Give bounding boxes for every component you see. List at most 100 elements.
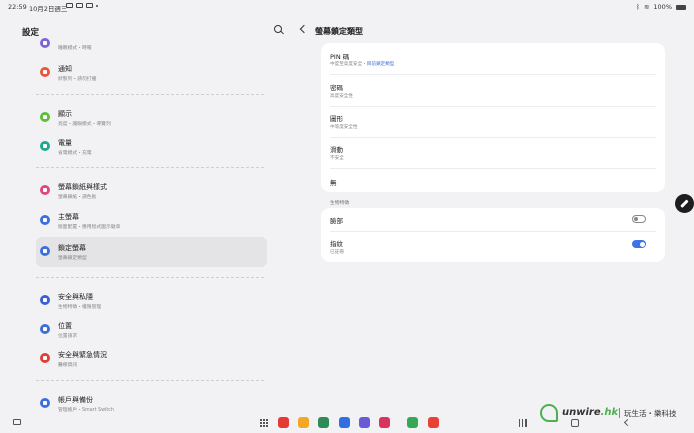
settings-item-label: 位置 [58, 322, 72, 330]
divider [36, 380, 264, 381]
page-title: 螢幕鎖定類型 [315, 27, 363, 36]
apps-grid-icon[interactable] [260, 419, 268, 427]
biometric-fingerprint[interactable]: 指紋 已註冊 [330, 232, 656, 262]
settings-item-battery[interactable]: 電量 省電模式・充電 [36, 132, 267, 162]
option-label: 圖形 [330, 115, 343, 123]
settings-item-subtitle: 狀態列・請勿打擾 [58, 77, 97, 82]
settings-item-label: 螢幕鎖紙與樣式 [58, 183, 107, 191]
settings-item-notifications[interactable]: 通知 狀態列・請勿打擾 [36, 58, 267, 88]
settings-item-label: 主螢幕 [58, 213, 79, 221]
biometric-label: 指紋 [330, 240, 343, 248]
option-subtitle: 中度至高度安全・目前鎖定類型 [330, 62, 395, 67]
modes-icon [40, 38, 50, 48]
status-bar: 22:59 10月2日週三 ᛒ ≋ 100% [0, 0, 694, 14]
palette-icon [40, 185, 50, 195]
face-toggle[interactable] [632, 215, 646, 223]
battery-percent: 100% [653, 3, 672, 11]
option-label: PIN 碼 [330, 53, 350, 61]
keyboard-icon[interactable] [13, 419, 21, 425]
emergency-icon [40, 353, 50, 363]
settings-item-location[interactable]: 位置 位置請求 [36, 315, 267, 345]
home-icon [40, 215, 50, 225]
dock-app-icon[interactable] [428, 417, 439, 428]
shield-icon [40, 295, 50, 305]
option-subtitle: 高度安全性 [330, 94, 353, 99]
biometric-subtitle: 已註冊 [330, 250, 344, 255]
settings-item-subtitle: 睡眠模式・時報 [58, 46, 92, 51]
watermark-tagline: 玩生活・樂科技 [624, 409, 677, 418]
back-arrow-icon[interactable] [299, 24, 309, 34]
sync-icon [40, 398, 50, 408]
biometric-face[interactable]: 臉部 [330, 208, 656, 230]
settings-item-lock-screen[interactable]: 鎖定螢幕 螢幕鎖定類型 [36, 237, 267, 267]
settings-item-subtitle: 位置請求 [58, 334, 78, 339]
option-subtitle: 中等度安全性 [330, 125, 358, 130]
lock-icon [40, 246, 50, 256]
recent-apps-icon[interactable] [519, 419, 527, 427]
option-none[interactable]: 無 [330, 169, 656, 191]
divider [36, 167, 264, 168]
wifi-icon: ≋ [643, 3, 650, 11]
dock-app-icon[interactable] [298, 417, 309, 428]
option-swipe[interactable]: 滑動 不安全 [330, 138, 656, 168]
biometric-label: 臉部 [330, 217, 343, 225]
settings-item-subtitle: 亮度・護眼模式・導覽列 [58, 122, 111, 127]
biometrics-section-label: 生物特徵 [330, 201, 350, 206]
settings-item-label: 電量 [58, 139, 72, 147]
settings-item-subtitle: 螢幕鎖定類型 [58, 256, 87, 261]
unwire-logo-icon [540, 404, 558, 422]
divider [36, 94, 264, 95]
settings-item-security[interactable]: 安全與私隱 生物特徵・權限管理 [36, 286, 267, 316]
settings-item-display[interactable]: 顯示 亮度・護眼模式・導覽列 [36, 103, 267, 133]
bluetooth-icon: ᛒ [636, 3, 640, 11]
settings-item-wallpaper[interactable]: 螢幕鎖紙與樣式 螢幕鎖紙・調色板 [36, 176, 267, 206]
status-date: 10月2日週三 [29, 5, 68, 13]
message-notification-icon [76, 3, 83, 8]
location-pin-icon [40, 324, 50, 334]
fingerprint-toggle[interactable] [632, 240, 646, 248]
biometrics-card: 臉部 指紋 已註冊 [321, 208, 665, 262]
search-icon[interactable] [274, 25, 284, 35]
battery-icon [40, 141, 50, 151]
option-pattern[interactable]: 圖形 中等度安全性 [330, 107, 656, 137]
option-label: 密碼 [330, 84, 343, 92]
dock-app-icon[interactable] [278, 417, 289, 428]
sun-icon [40, 112, 50, 122]
notification-icons [66, 3, 98, 8]
edit-pen-button[interactable] [675, 194, 694, 213]
lock-type-card: PIN 碼 中度至高度安全・目前鎖定類型 密碼 高度安全性 圖形 中等度安全性 … [321, 43, 665, 192]
dock-app-icon[interactable] [318, 417, 329, 428]
settings-item-label: 安全與私隱 [58, 293, 93, 301]
battery-icon [676, 4, 686, 10]
bell-icon [40, 67, 50, 77]
watermark-separator [619, 408, 620, 418]
watermark-brand: unwire.hk [562, 407, 619, 418]
pen-icon [680, 199, 689, 208]
settings-item-label: 帳戶與備份 [58, 396, 93, 404]
option-subtitle: 不安全 [330, 156, 344, 161]
dock-app-icon[interactable] [407, 417, 418, 428]
current-lock-type-link: 目前鎖定類型 [366, 62, 395, 67]
settings-item-subtitle: 生物特徵・權限管理 [58, 305, 102, 310]
settings-item-label: 鎖定螢幕 [58, 244, 86, 252]
gallery-notification-icon [66, 3, 73, 8]
status-right: ᛒ ≋ 100% [636, 3, 686, 11]
watermark: unwire.hk 玩生活・樂科技 [540, 402, 690, 424]
option-label: 滑動 [330, 146, 343, 154]
settings-item-subtitle: 醫療資訊 [58, 363, 78, 368]
settings-item-subtitle: 螢幕鎖紙・調色板 [58, 195, 97, 200]
option-pin[interactable]: PIN 碼 中度至高度安全・目前鎖定類型 [330, 43, 656, 73]
settings-item-subtitle: 版面配置・應用程式圖示徽章 [58, 225, 121, 230]
settings-item-label: 通知 [58, 65, 72, 73]
option-label: 無 [330, 179, 337, 187]
settings-item-home-screen[interactable]: 主螢幕 版面配置・應用程式圖示徽章 [36, 206, 267, 236]
dock-app-icon[interactable] [379, 417, 390, 428]
divider [330, 74, 656, 75]
settings-item-label: 安全與緊急情況 [58, 351, 107, 359]
divider [36, 277, 264, 278]
status-time: 22:59 [8, 3, 27, 11]
dock-app-icon[interactable] [359, 417, 370, 428]
settings-item-safety[interactable]: 安全與緊急情況 醫療資訊 [36, 344, 267, 374]
dock-app-icon[interactable] [339, 417, 350, 428]
option-password[interactable]: 密碼 高度安全性 [330, 76, 656, 106]
